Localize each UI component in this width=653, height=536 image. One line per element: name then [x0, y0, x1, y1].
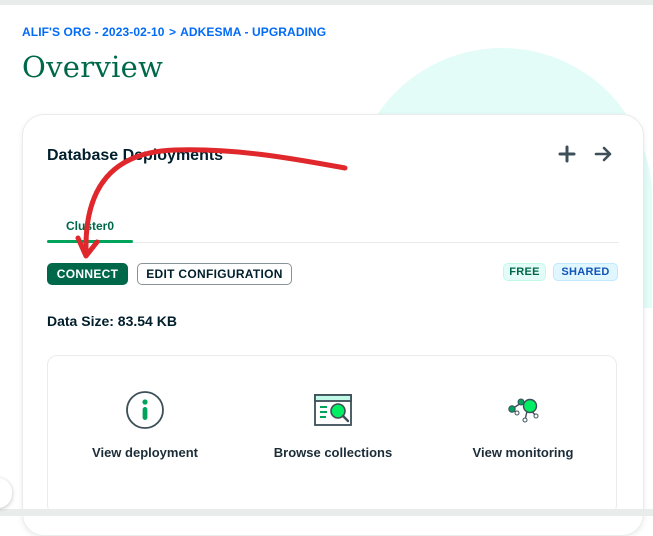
quick-actions-panel: View deployment Browse collections View …	[47, 355, 617, 515]
tab-active-indicator	[47, 240, 133, 243]
bottom-rule	[0, 509, 653, 516]
connect-button[interactable]: CONNECT	[47, 263, 128, 285]
top-rule	[0, 0, 653, 5]
monitoring-icon	[503, 390, 543, 430]
breadcrumb-cluster[interactable]: ADKESMA - UPGRADING	[180, 25, 326, 39]
view-deployment-action[interactable]: View deployment	[60, 390, 230, 470]
view-monitoring-action[interactable]: View monitoring	[438, 390, 608, 470]
tab-cluster0[interactable]: Cluster0	[47, 209, 133, 243]
edit-configuration-button[interactable]: EDIT CONFIGURATION	[137, 263, 292, 285]
info-circle-icon	[125, 390, 165, 430]
plus-icon[interactable]	[554, 141, 580, 167]
arrow-right-icon[interactable]	[591, 141, 617, 167]
view-deployment-label: View deployment	[92, 445, 198, 460]
breadcrumb: ALIF'S ORG - 2023-02-10 > ADKESMA - UPGR…	[22, 25, 327, 39]
card-title: Database Deployments	[47, 147, 224, 164]
view-monitoring-label: View monitoring	[472, 445, 574, 460]
tab-label: Cluster0	[65, 219, 115, 233]
browse-collections-icon	[313, 390, 353, 430]
browse-collections-label: Browse collections	[273, 445, 393, 460]
breadcrumb-org[interactable]: ALIF'S ORG	[22, 25, 91, 39]
breadcrumb-project[interactable]: 2023-02-10	[102, 25, 164, 39]
drag-handle[interactable]	[0, 478, 12, 508]
browse-collections-action[interactable]: Browse collections	[248, 390, 418, 470]
database-deployments-card: Database Deployments Cluster0 CONNECT ED…	[22, 114, 644, 536]
shared-badge: SHARED	[553, 263, 618, 281]
free-badge: FREE	[503, 263, 546, 281]
breadcrumb-separator: >	[168, 25, 177, 39]
page-title: Overview	[22, 50, 164, 84]
data-size: Data Size: 83.54 KB	[47, 313, 177, 329]
